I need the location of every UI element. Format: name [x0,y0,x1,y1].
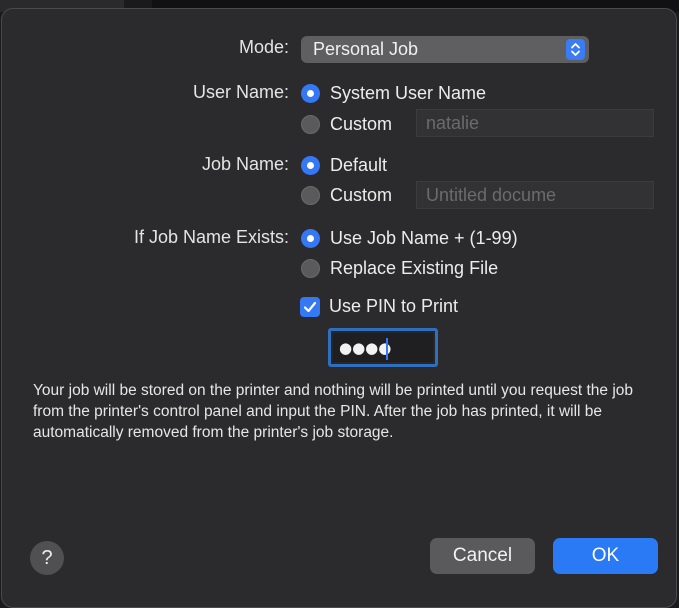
user-name-custom-field[interactable]: natalie [416,109,654,137]
checkmark-icon [303,301,317,313]
job-exists-replace-radio[interactable] [301,259,320,278]
job-name-custom-radio[interactable] [301,186,320,205]
user-name-system-label[interactable]: System User Name [330,83,486,104]
pin-input-inner: ●●●● [333,333,433,362]
chevron-up-down-icon [566,39,585,60]
job-name-label: Job Name: [201,154,289,174]
mode-popup-value: Personal Job [313,39,419,59]
job-name-default-label[interactable]: Default [330,155,387,176]
job-name-default-radio[interactable] [301,156,320,175]
cancel-button[interactable]: Cancel [430,538,535,574]
job-exists-label: If Job Name Exists: [133,227,289,247]
user-name-custom-radio[interactable] [301,115,320,134]
user-name-system-radio[interactable] [301,84,320,103]
user-name-label: User Name: [192,82,289,102]
job-name-custom-field[interactable]: Untitled docume [416,181,654,209]
mode-label: Mode: [238,37,289,57]
text-caret [386,338,388,360]
pin-masked-value: ●●●● [339,339,392,357]
use-pin-label[interactable]: Use PIN to Print [329,296,458,317]
ok-button[interactable]: OK [553,538,658,574]
job-exists-use-radio[interactable] [301,229,320,248]
mode-popup-button[interactable]: Personal Job [301,36,589,63]
pin-info-text: Your job will be stored on the printer a… [33,382,634,441]
pin-input[interactable]: ●●●● [328,328,438,367]
print-options-sheet: Mode: Personal Job User Name: System Use… [1,8,677,608]
help-button[interactable]: ? [30,541,64,575]
job-exists-use-label[interactable]: Use Job Name + (1-99) [330,228,518,249]
use-pin-checkbox[interactable] [300,297,320,317]
job-name-custom-label[interactable]: Custom [330,185,392,206]
user-name-custom-label[interactable]: Custom [330,114,392,135]
job-exists-replace-label[interactable]: Replace Existing File [330,258,498,279]
